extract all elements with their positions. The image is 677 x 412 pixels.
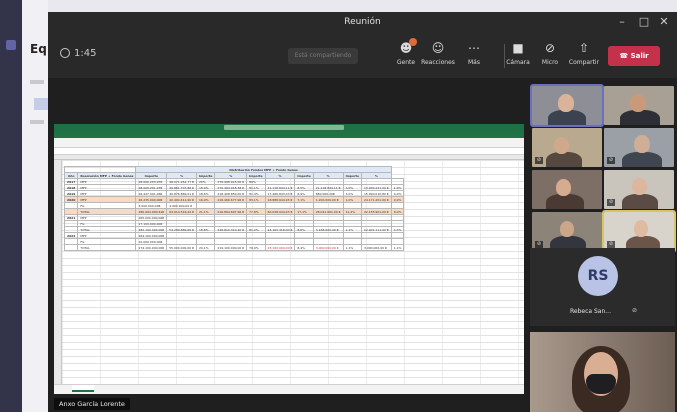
participant-video (558, 94, 574, 112)
reactions-button[interactable]: ☺ Reacciones (420, 40, 456, 66)
table-cell[interactable]: 274.100.000,00€ (135, 244, 168, 251)
row-headers (54, 160, 62, 384)
clock-icon (60, 48, 70, 58)
mic-off-icon: ⊘ (607, 241, 615, 248)
reactions-icon: ☺ (431, 41, 445, 55)
table-row: TOTAL 274.100.000,00€ 55.000.000,00 €20,1%… (63, 244, 405, 251)
people-label: Gente (396, 59, 416, 66)
type-cell[interactable]: TOTAL (77, 244, 137, 251)
shared-content-stage: Distribución Fondos MFP + Fondo Genes Añ… (48, 78, 528, 412)
camera-icon: ■ (512, 41, 524, 55)
participant-tile[interactable]: ⊘ (602, 210, 676, 253)
leave-button[interactable]: ☎ Salir (608, 46, 660, 66)
share-icon: ⇧ (578, 41, 590, 55)
screen: Eq Reunión – □ ✕ 1:45 Está compartiendo … (0, 0, 677, 412)
mic-label: Micro (541, 59, 559, 66)
participant-tile[interactable]: ⊘ (532, 128, 602, 167)
table-cell[interactable]: 3.000.000,00 € (360, 244, 392, 251)
title-bar: Reunión – □ ✕ (48, 12, 677, 34)
spreadsheet-title-placeholder (224, 125, 344, 130)
table-cell[interactable]: 1,1% (390, 244, 405, 251)
table-cell[interactable]: 20,1% (196, 244, 216, 251)
mic-off-icon: ⊘ (607, 157, 615, 164)
table-cell[interactable]: 8,4% (294, 244, 314, 251)
share-label: Compartir (568, 59, 600, 66)
people-button[interactable]: ☻ Gente (388, 38, 424, 66)
participant-video (546, 194, 584, 209)
camera-label: Cámara (506, 59, 530, 66)
avatar: RS (578, 256, 618, 296)
leave-label: Salir (630, 52, 649, 60)
participant-video (634, 220, 648, 237)
participant-tile[interactable] (532, 170, 602, 209)
app-rail-icon[interactable] (6, 40, 16, 50)
year-cell[interactable] (63, 244, 79, 251)
table-cell[interactable]: 219.100.000,00 € (214, 244, 248, 251)
reactions-label: Reacciones (421, 59, 455, 66)
meeting-timer: 1:45 (60, 48, 96, 59)
mic-off-icon: ⊘ (544, 41, 556, 55)
participant-name: Rebeca San... (570, 308, 611, 315)
formula-bar (54, 148, 524, 155)
participants-gallery: ⊘ ⊘ ⊘ ⊘ ⊘ RS Rebeca San... ⊘ (528, 78, 677, 412)
spreadsheet-title-bar (54, 124, 524, 132)
participant-video (622, 194, 658, 209)
participant-tile[interactable]: ⊘ (604, 128, 674, 167)
table-cell[interactable]: 79,9% (246, 244, 266, 251)
table-cell[interactable]: 1,1% (342, 244, 362, 251)
more-label: Más (468, 59, 480, 66)
maximize-button[interactable]: □ (636, 15, 652, 28)
ribbon (54, 138, 524, 148)
background-app-title: Eq (30, 42, 47, 56)
participant-tile[interactable] (530, 84, 604, 127)
participant-video (560, 221, 574, 237)
mic-off-icon: ⊘ (607, 199, 615, 206)
background-line (30, 120, 44, 124)
share-button[interactable]: ⇧ Compartir (566, 40, 602, 66)
participant-tile[interactable]: ⊘ (604, 170, 674, 209)
table-cell[interactable]: 55.000.000,00 € (166, 244, 198, 251)
participant-tile[interactable]: ⊘ (532, 212, 602, 251)
presenter-name: Anxo García Lorente (54, 398, 130, 410)
share-notice: Está compartiendo (288, 48, 358, 64)
participant-video (632, 178, 647, 195)
table-cell[interactable]: 23.100.000,00 € (264, 244, 296, 251)
background-app: Eq (0, 0, 48, 412)
background-line (30, 80, 44, 84)
close-button[interactable]: ✕ (656, 15, 672, 28)
people-icon: ☻ (399, 41, 413, 55)
app-rail (0, 0, 22, 412)
timer-text: 1:45 (74, 48, 97, 59)
meeting-toolbar: 1:45 Está compartiendo ☻ Gente ☺ Reaccio… (48, 34, 677, 78)
more-icon: ⋯ (468, 41, 480, 55)
mic-off-icon: ⊘ (535, 241, 543, 248)
phone-icon: ☎ (619, 52, 629, 60)
more-button[interactable]: ⋯ Más (456, 40, 492, 66)
participant-video (622, 152, 662, 167)
participant-video (620, 110, 660, 125)
participant-avatar-tile[interactable]: RS Rebeca San... ⊘ (530, 248, 675, 326)
participant-video (548, 110, 586, 125)
mic-off-icon: ⊘ (632, 307, 638, 314)
mic-button[interactable]: ⊘ Micro (532, 40, 568, 66)
funds-table: Distribución Fondos MFP + Fondo Genes Añ… (63, 166, 405, 251)
table-cell[interactable]: 3.000.000,00 € (312, 244, 344, 251)
participant-video (546, 152, 582, 167)
background-chip[interactable] (34, 98, 48, 110)
participant-video (630, 94, 646, 112)
participant-video (554, 137, 569, 154)
window-title: Reunión (344, 17, 381, 27)
notification-badge (409, 38, 417, 46)
camera-button[interactable]: ■ Cámara (500, 40, 536, 66)
participant-tile-large[interactable] (530, 332, 675, 412)
mic-off-icon: ⊘ (535, 157, 543, 164)
participant-video (556, 179, 571, 196)
status-bar (54, 384, 524, 394)
participant-tile[interactable] (604, 86, 674, 125)
sheet-tab[interactable] (72, 385, 94, 392)
shared-spreadsheet[interactable]: Distribución Fondos MFP + Fondo Genes Añ… (54, 124, 524, 394)
participant-video (634, 135, 650, 153)
meeting-window: Reunión – □ ✕ 1:45 Está compartiendo ☻ G… (48, 12, 677, 412)
minimize-button[interactable]: – (614, 15, 630, 28)
